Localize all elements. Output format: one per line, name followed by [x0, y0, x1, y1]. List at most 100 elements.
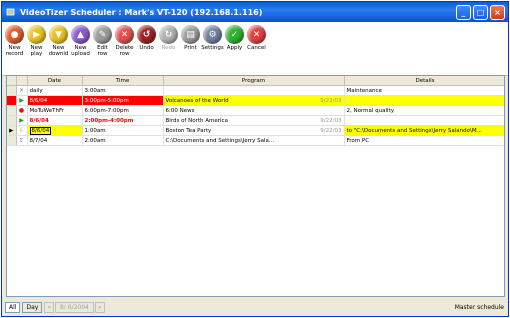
app-icon	[6, 8, 15, 16]
record-icon: ●	[5, 25, 24, 44]
tab-day[interactable]: Day	[22, 302, 43, 313]
toolbar-button-label: New play	[30, 45, 43, 57]
time-cell[interactable]: 2:00pm-4:00pm	[82, 115, 164, 126]
upload-marker-icon: ⇧	[16, 135, 28, 146]
toolbar-button-label: New upload	[71, 45, 90, 57]
details-cell[interactable]: Maintenance	[344, 85, 504, 96]
table-row[interactable]: ● MoTuWeThFr 6:00pm-7:00pm 6:00 News 2, …	[7, 105, 504, 116]
status-bar: All Day « 8/ 6/2004 » Master schedule	[2, 299, 508, 316]
close-button[interactable]: ×	[490, 4, 505, 20]
schedule-grid: Date Time Program Details × daily 3:00am…	[6, 75, 505, 297]
row-header[interactable]	[7, 85, 17, 96]
toolbar-button-label: Settings	[201, 45, 224, 51]
program-column-header[interactable]: Program	[163, 76, 345, 86]
time-cell[interactable]: 3:00am	[82, 85, 164, 96]
table-row[interactable]: ▶ ⇩ 8/6/04 1:00am Boston Tea Party 9/22/…	[7, 125, 504, 136]
apply-icon: ✓	[225, 25, 244, 44]
apply-button[interactable]: ✓ Apply	[224, 25, 245, 51]
app-window: VideoTizer Scheduler : Mark's VT-120 (19…	[1, 1, 509, 317]
delete-icon: ✕	[115, 25, 134, 44]
prev-day-button[interactable]: «	[44, 302, 54, 313]
delete-button[interactable]: ✕ Delete row	[114, 25, 135, 57]
date-cell[interactable]: 8/6/04	[27, 115, 83, 126]
date-cell[interactable]: 8/6/04	[27, 95, 83, 106]
minimize-button[interactable]: _	[456, 4, 471, 20]
print-button[interactable]: ▤ Print	[180, 25, 201, 51]
record-marker-icon: ●	[16, 105, 28, 116]
details-column-header[interactable]: Details	[344, 76, 504, 86]
row-header[interactable]	[7, 135, 17, 146]
download-button[interactable]: ▼ New downld	[48, 25, 69, 57]
toolbar-button-label: Print	[184, 45, 197, 51]
download-marker-icon: ⇩	[16, 125, 28, 136]
play-icon: ▶	[27, 25, 46, 44]
row-header[interactable]	[7, 115, 17, 126]
upload-icon: ▲	[71, 25, 90, 44]
play-marker-icon: ▶	[16, 95, 28, 106]
redo-icon: ↻	[159, 25, 178, 44]
time-cell[interactable]: 6:00pm-7:00pm	[82, 105, 164, 116]
edit-button[interactable]: ✎ Edit row	[92, 25, 113, 57]
table-row[interactable]: ▶ 8/6/04 2:00pm-4:00pm Birds of North Am…	[7, 115, 504, 126]
current-row-arrow-icon: ▶	[9, 127, 14, 134]
table-row[interactable]: ▶ 8/6/04 3:00pm-5:00pm Volcanoes of the …	[7, 95, 504, 106]
toolbar-button-label: New record	[5, 45, 24, 57]
cancel-button[interactable]: ✕ Cancel	[246, 25, 267, 51]
date-cell[interactable]: daily	[27, 85, 83, 96]
date-field[interactable]: 8/ 6/2004	[54, 302, 94, 313]
time-cell[interactable]: 2:00am	[82, 135, 164, 146]
table-row[interactable]: × daily 3:00am Maintenance	[7, 85, 504, 96]
time-cell[interactable]: 3:00pm-5:00pm	[82, 95, 164, 106]
current-row-indicator[interactable]: ▶	[7, 125, 17, 136]
date-cell[interactable]: 8/7/04	[27, 135, 83, 146]
toolbar-button-label: Delete row	[115, 45, 134, 57]
program-cell[interactable]	[163, 85, 345, 96]
details-cell[interactable]: 2, Normal quality	[344, 105, 504, 116]
edit-icon: ✎	[93, 25, 112, 44]
play-button[interactable]: ▶ New play	[26, 25, 47, 57]
marker-column-header	[16, 76, 28, 86]
row-header[interactable]	[7, 105, 17, 116]
program-cell[interactable]: Boston Tea Party 9/22/03	[163, 125, 345, 136]
undo-button[interactable]: ↺ Undo	[136, 25, 157, 51]
print-icon: ▤	[181, 25, 200, 44]
details-cell[interactable]: to "C:\Documents and Settings\Jerry Sala…	[344, 125, 504, 136]
toolbar-button-label: Undo	[139, 45, 154, 51]
program-cell[interactable]: Volcanoes of the World 9/22/03	[163, 95, 345, 106]
program-cell[interactable]: C:\Documents and Settings\Jerry Sala...	[163, 135, 345, 146]
toolbar-button-label: Cancel	[247, 45, 266, 51]
toolbar: ● New record ▶ New play ▼ New downld ▲ New uplo…	[2, 22, 508, 76]
row-header[interactable]	[7, 95, 17, 106]
time-column-header[interactable]: Time	[82, 76, 164, 86]
title-bar[interactable]: VideoTizer Scheduler : Mark's VT-120 (19…	[2, 2, 508, 22]
toolbar-button-label: New downld	[48, 45, 69, 57]
details-cell[interactable]	[344, 95, 504, 106]
date-column-header[interactable]: Date	[27, 76, 83, 86]
details-cell[interactable]: From PC	[344, 135, 504, 146]
program-cell[interactable]: Birds of North America 9/22/03	[163, 115, 345, 126]
toolbar-button-label: Apply	[226, 45, 243, 51]
details-cell[interactable]	[344, 115, 504, 126]
minimize-icon: _	[461, 7, 466, 17]
download-icon: ▼	[49, 25, 68, 44]
maximize-icon: □	[476, 7, 485, 17]
close-icon: ×	[494, 7, 501, 17]
next-day-button[interactable]: »	[94, 302, 105, 313]
date-cell[interactable]: MoTuWeThFr	[27, 105, 83, 116]
date-cell[interactable]: 8/6/04	[27, 125, 83, 136]
time-cell[interactable]: 1:00am	[82, 125, 164, 136]
schedule-status-label: Master schedule	[454, 304, 504, 311]
maximize-button[interactable]: □	[473, 4, 488, 20]
table-row[interactable]: ⇧ 8/7/04 2:00am C:\Documents and Setting…	[7, 135, 504, 146]
settings-button[interactable]: ⚙ Settings	[201, 25, 224, 51]
undo-icon: ↺	[137, 25, 156, 44]
program-cell[interactable]: 6:00 News	[163, 105, 345, 116]
upload-button[interactable]: ▲ New upload	[70, 25, 91, 57]
redo-button[interactable]: ↻ Redo	[158, 25, 179, 51]
toolbar-button-label: Redo	[161, 45, 176, 51]
tab-all[interactable]: All	[5, 302, 21, 313]
play-marker-icon: ▶	[16, 115, 28, 126]
maintenance-icon: ×	[16, 85, 28, 96]
record-button[interactable]: ● New record	[4, 25, 25, 57]
row-header-corner	[7, 76, 17, 86]
